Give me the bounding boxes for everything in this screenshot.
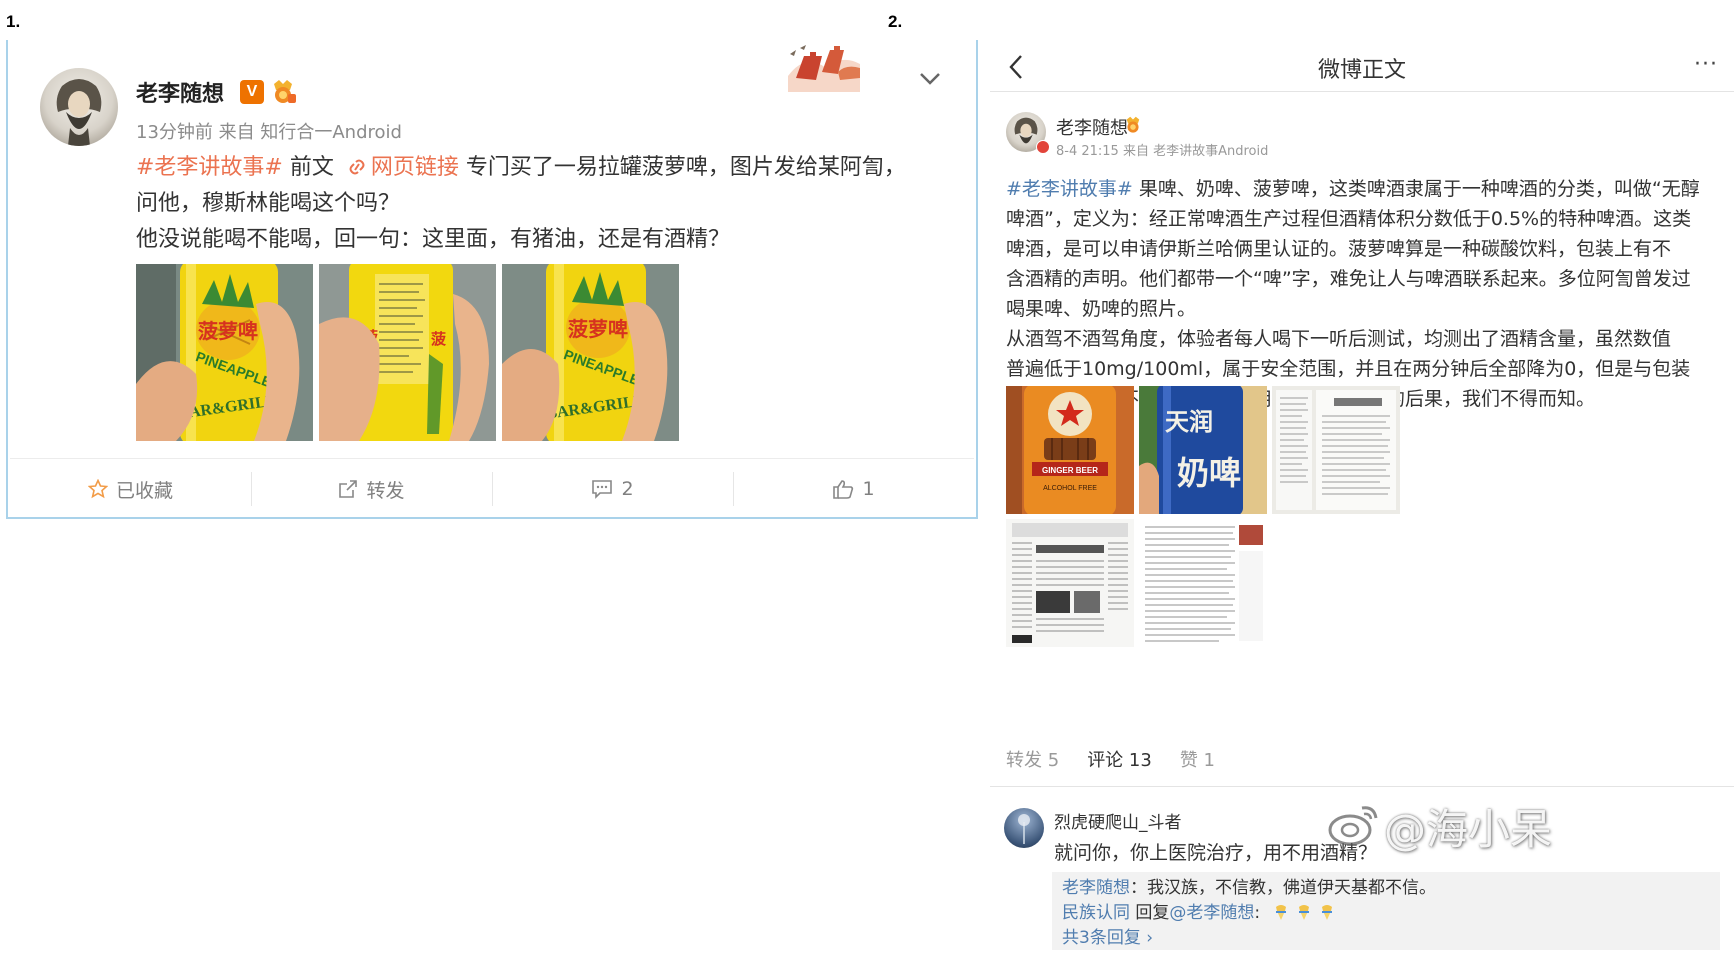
author-name[interactable]: 老李随想 [136, 76, 224, 108]
like-icon [833, 480, 854, 499]
reply-text: : [1254, 903, 1261, 923]
watermark-text: @海小呆 [1384, 805, 1553, 854]
detail-tabs: 转发 5 评论 13 赞 1 [1006, 746, 1215, 772]
can-label-cn: 菠萝啤 [198, 319, 258, 343]
body-line: 普遍低于10mg/100ml，属于安全范围，并且在两分钟后全部降为0，但是与包装 [1006, 358, 1691, 380]
post-text-line3: 他没说能喝不能喝，回一句：这里面，有猪油，还是有酒精？ [136, 227, 731, 252]
medal-icon [274, 80, 296, 103]
body-line: 啤酒”，定义为：经正常啤酒生产过程但酒精体积分数低于0.5%的特种啤酒。这类 [1006, 208, 1692, 230]
comment-icon [592, 480, 613, 499]
tab-comments[interactable]: 评论 13 [1087, 746, 1152, 772]
hashtag-link[interactable]: #老李讲故事# [1006, 178, 1133, 200]
svg-text:菠: 菠 [431, 330, 447, 348]
body-line: 从酒驾不酒驾角度，体验者每人喝下一听后测试，均测出了酒精含量，虽然数值 [1006, 328, 1672, 350]
can-label-cn: 菠萝啤 [568, 317, 628, 341]
chevron-down-icon[interactable] [918, 68, 942, 88]
reply-box: 老李随想：我汉族，不信教，佛道伊天基都不信。 民族认同 回复@老李随想: 共3条… [1052, 872, 1720, 950]
post-body: #老李讲故事# 果啤、奶啤、菠萝啤，这类啤酒隶属于一种啤酒的分类，叫做“无醇 啤… [1006, 174, 1718, 414]
reply-user-link[interactable]: 民族认同 [1062, 903, 1130, 923]
post-text-line1-rest: 专门买了一易拉罐菠萝啤，图片发给某阿訇， [458, 155, 906, 180]
verified-badge [1036, 140, 1050, 154]
body-line: 含酒精的声明。他们都带一个“啤”字，难免让人与啤酒联系起来。多位阿訇曾发过 [1006, 268, 1691, 290]
like-button[interactable]: 1 [733, 466, 974, 512]
tab-reposts[interactable]: 转发 5 [1006, 746, 1059, 772]
like-count: 1 [862, 478, 875, 500]
weibo-logo-watermark [1328, 806, 1378, 846]
divider [990, 786, 1734, 787]
reply-text: ：我汉族，不信教，佛道伊天基都不信。 [1130, 878, 1436, 898]
ginger-beer-photo[interactable]: GINGER BEER ALCOHOL FREE [1006, 386, 1134, 514]
body-line: 果啤、奶啤、菠萝啤，这类啤酒隶属于一种啤酒的分类，叫做“无醇 [1132, 178, 1700, 200]
repost-icon [339, 480, 358, 498]
comment-count: 2 [621, 478, 634, 500]
avatar[interactable] [40, 68, 118, 146]
medal-icon [1126, 116, 1140, 133]
body-line: 啤酒，是可以申请伊斯兰哈俩里认证的。菠萝啤算是一种碳酸饮料，包装上有不 [1006, 238, 1672, 260]
article-scan-photo[interactable] [1139, 519, 1267, 647]
pineapple-beer-photo[interactable]: 菠萝啤 PINEAPPLE BAR&GRILL [502, 264, 679, 441]
page-title: 微博正文 [1317, 58, 1406, 83]
mention-link[interactable]: @老李随想 [1169, 903, 1254, 923]
author-name[interactable]: 老李随想 [1056, 114, 1128, 140]
post-text: #老李讲故事# 前文 网页链接 专门买了一易拉罐菠萝啤，图片发给某阿訇， 问他，… [136, 150, 936, 258]
commenter-avatar[interactable] [1004, 808, 1044, 848]
divider [10, 458, 974, 459]
favorite-label: 已收藏 [115, 479, 173, 502]
great-wall-decoration [788, 45, 860, 92]
pineapple-beer-photo[interactable]: 菠萝啤 PINEAPPLE BAR&GRILL [136, 264, 313, 441]
body-line: 喝果啤、奶啤的照片。 [1006, 298, 1197, 320]
panel-number-2: 2. [888, 12, 903, 31]
post-meta: 13分钟前 来自 知行合一Android [136, 122, 402, 143]
repost-label: 转发 [366, 479, 405, 502]
star-icon [87, 479, 108, 499]
post-text-line2: 问他，穆斯林能喝这个吗？ [136, 191, 401, 216]
detail-header: 微博正文 ··· [990, 40, 1734, 92]
reply-user-link[interactable]: 老李随想 [1062, 878, 1130, 898]
comment-button[interactable]: 2 [492, 466, 733, 512]
post-text-prefix: 前文 [282, 155, 341, 180]
praying-hands-emoji-icon [1298, 905, 1309, 920]
reply-item: 民族认同 回复@老李随想: [1062, 901, 1710, 926]
milk-beer-photo[interactable]: 天润 奶啤 [1139, 386, 1267, 514]
can-label-big: 奶啤 [1177, 454, 1241, 492]
praying-hands-emoji-icon [1322, 905, 1333, 920]
can-label-cn: 天润 [1165, 408, 1213, 436]
can-label: GINGER BEER [1042, 466, 1098, 475]
reply-text: 回复 [1130, 903, 1170, 923]
post-meta: 8-4 21:15 来自 老李讲故事Android [1056, 144, 1269, 159]
link-icon [349, 159, 365, 175]
document-scan-photo[interactable] [1272, 386, 1400, 514]
commenter-name[interactable]: 烈虎硬爬山_斗者 [1054, 808, 1182, 833]
more-options-button[interactable]: ··· [1694, 52, 1718, 77]
hashtag-link[interactable]: #老李讲故事# [136, 155, 283, 180]
tab-likes[interactable]: 赞 1 [1180, 746, 1215, 772]
verified-badge: V [240, 80, 264, 104]
panel-number-1: 1. [6, 12, 21, 31]
repost-button[interactable]: 转发 [251, 466, 492, 512]
newspaper-scan-photo[interactable] [1006, 519, 1134, 647]
webpage-link-label: 网页链接 [370, 155, 459, 180]
weibo-post-card: 老李随想 V 13分钟前 来自 知行合一Android #老李讲故事# 前文 网… [6, 40, 978, 519]
view-more-replies-link[interactable]: 共3条回复 › [1062, 926, 1710, 951]
can-label-sub: ALCOHOL FREE [1043, 485, 1097, 492]
reply-item: 老李随想：我汉族，不信教，佛道伊天基都不信。 [1062, 876, 1710, 901]
pineapple-beer-photo[interactable]: 菠 菠 [319, 264, 496, 441]
action-bar: 已收藏 转发 2 1 [10, 466, 974, 512]
praying-hands-emoji-icon [1275, 905, 1286, 920]
webpage-link[interactable]: 网页链接 [341, 155, 459, 180]
favorite-button[interactable]: 已收藏 [10, 466, 251, 512]
